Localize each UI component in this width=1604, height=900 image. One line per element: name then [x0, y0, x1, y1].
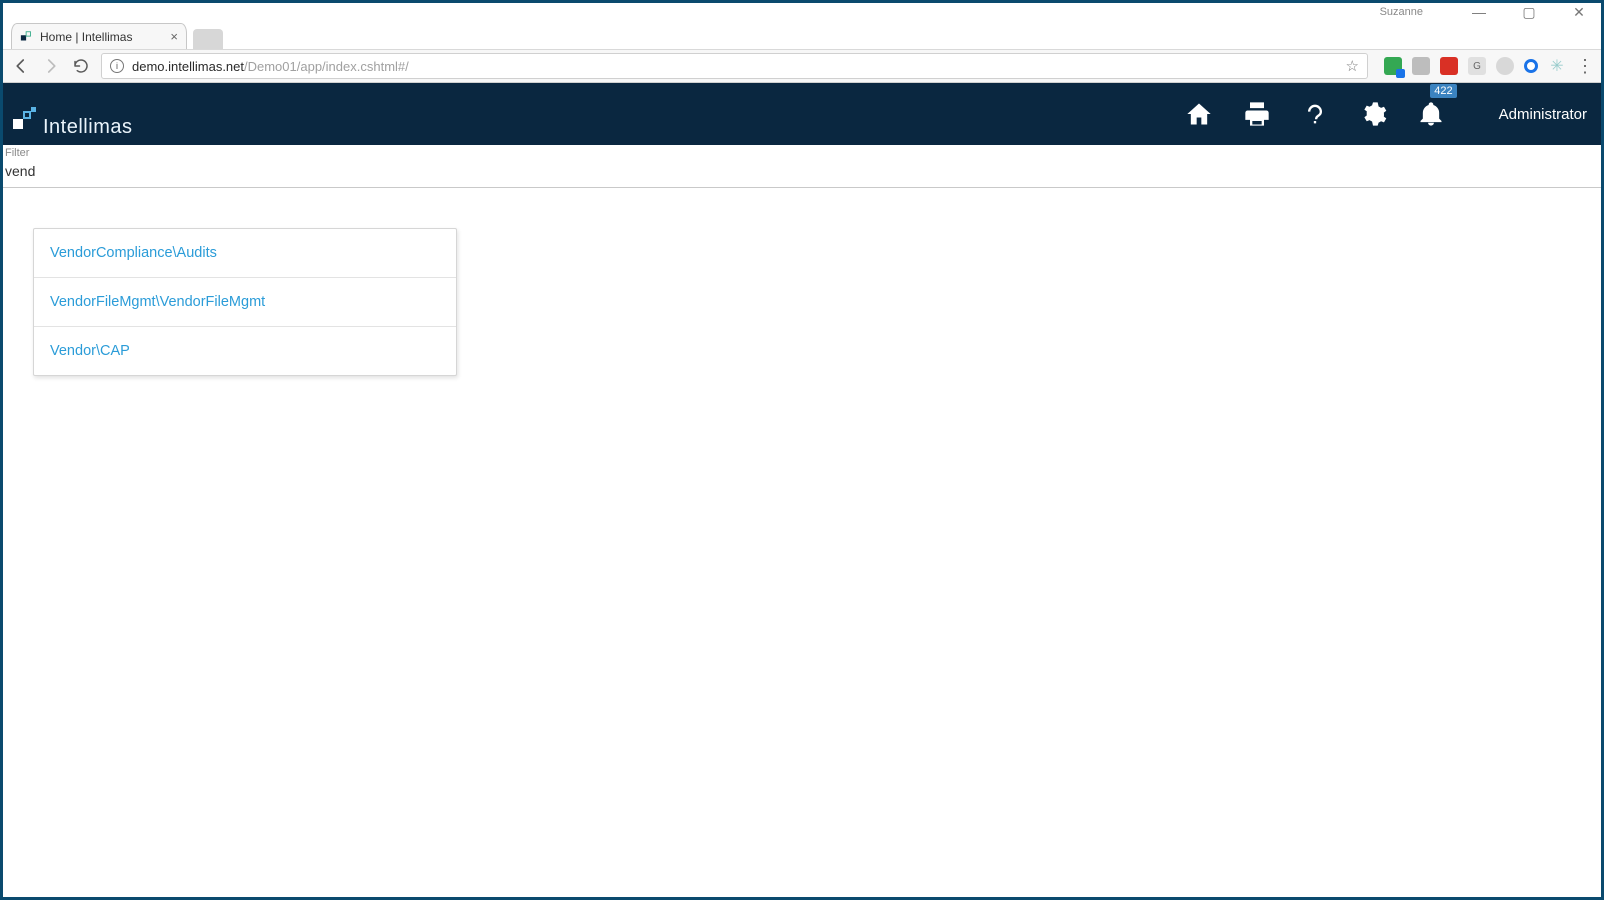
url-path: /Demo01/app/index.cshtml#/ — [244, 59, 409, 74]
browser-tab-strip: Home | Intellimas × — [3, 21, 1601, 49]
filter-input[interactable] — [3, 159, 1601, 187]
extension-icon[interactable] — [1412, 57, 1430, 75]
bell-icon[interactable]: 422 — [1417, 100, 1445, 128]
tab-title: Home | Intellimas — [40, 30, 132, 44]
window-close-button[interactable]: ✕ — [1565, 4, 1593, 21]
browser-tab[interactable]: Home | Intellimas × — [11, 23, 187, 49]
browser-forward-button[interactable] — [41, 56, 61, 76]
filter-label: Filter — [3, 145, 1601, 159]
app-logo[interactable]: Intellimas — [11, 83, 132, 145]
extension-icon[interactable]: ✳ — [1548, 57, 1566, 75]
header-icon-group: 422 Administrator — [1185, 100, 1587, 128]
site-info-icon[interactable]: i — [110, 59, 124, 73]
main-content: VendorCompliance\Audits VendorFileMgmt\V… — [3, 188, 1601, 897]
url-text: demo.intellimas.net/Demo01/app/index.csh… — [132, 59, 409, 74]
result-item[interactable]: VendorCompliance\Audits — [34, 229, 456, 278]
user-label[interactable]: Administrator — [1499, 106, 1587, 123]
extension-icon[interactable] — [1496, 57, 1514, 75]
browser-back-button[interactable] — [11, 56, 31, 76]
home-icon[interactable] — [1185, 100, 1213, 128]
window-minimize-button[interactable]: — — [1465, 4, 1493, 20]
app-logo-text: Intellimas — [43, 116, 132, 139]
result-item[interactable]: Vendor\CAP — [34, 327, 456, 375]
results-card: VendorCompliance\Audits VendorFileMgmt\V… — [33, 228, 457, 376]
extension-icon[interactable] — [1440, 57, 1458, 75]
browser-extensions: G ✳ ⋮ — [1378, 56, 1593, 77]
browser-reload-button[interactable] — [71, 56, 91, 76]
tab-favicon — [20, 30, 34, 44]
result-item[interactable]: VendorFileMgmt\VendorFileMgmt — [34, 278, 456, 327]
filter-area: Filter — [3, 145, 1601, 188]
help-icon[interactable] — [1301, 100, 1329, 128]
browser-url-bar: i demo.intellimas.net/Demo01/app/index.c… — [3, 49, 1601, 83]
browser-omnibox[interactable]: i demo.intellimas.net/Demo01/app/index.c… — [101, 53, 1368, 79]
gear-icon[interactable] — [1359, 100, 1387, 128]
print-icon[interactable] — [1243, 100, 1271, 128]
extension-icon[interactable] — [1524, 59, 1538, 73]
url-host: demo.intellimas.net — [132, 59, 244, 74]
window-titlebar: Suzanne — ▢ ✕ — [3, 3, 1601, 21]
bookmark-star-icon[interactable]: ☆ — [1346, 57, 1359, 75]
extension-icon[interactable] — [1384, 57, 1402, 75]
tab-close-button[interactable]: × — [170, 29, 178, 44]
chrome-menu-button[interactable]: ⋮ — [1576, 56, 1593, 77]
chrome-profile-name[interactable]: Suzanne — [1380, 6, 1423, 18]
extension-icon[interactable]: G — [1468, 57, 1486, 75]
window-maximize-button[interactable]: ▢ — [1515, 4, 1543, 21]
app-logo-icon — [11, 107, 41, 137]
new-tab-button[interactable] — [193, 29, 223, 49]
notification-badge: 422 — [1430, 84, 1456, 98]
app-header: Intellimas 422 Administrator — [3, 83, 1601, 145]
